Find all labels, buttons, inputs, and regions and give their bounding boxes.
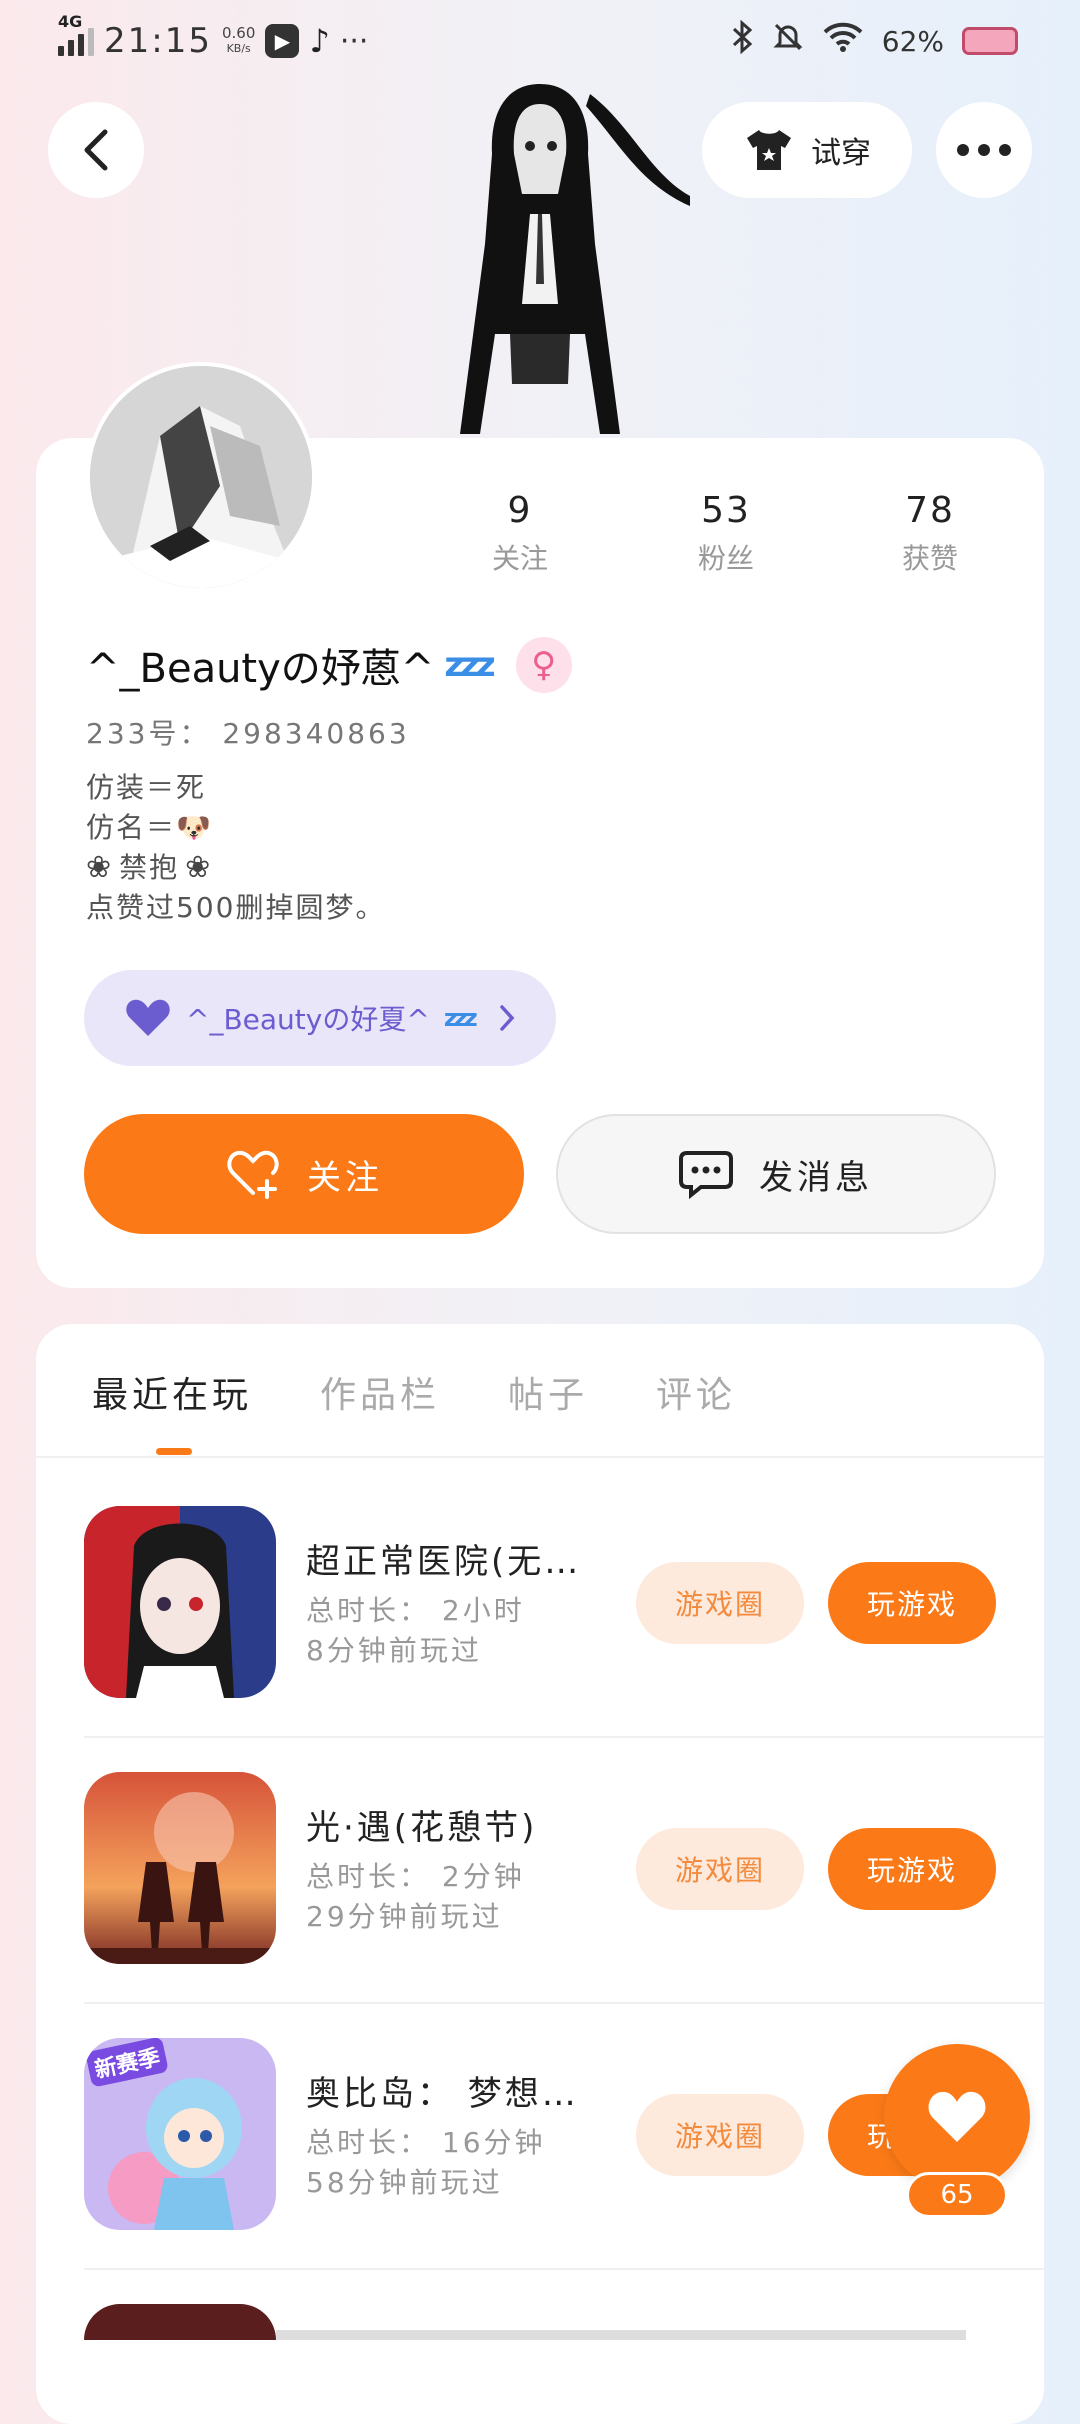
signal-icon: 4G xyxy=(58,12,94,56)
try-on-label: 试穿 xyxy=(811,136,871,171)
stat-likes[interactable]: 78 获赞 xyxy=(850,490,1010,577)
battery-icon xyxy=(962,27,1018,55)
game-title: 超正常医院(无… xyxy=(306,1542,582,1582)
game-icon-partial xyxy=(84,2304,276,2340)
game-circle-button[interactable]: 游戏圈 xyxy=(636,1828,804,1910)
follow-label: 关注 xyxy=(307,1157,383,1198)
clock: 21:15 xyxy=(104,21,212,61)
heart-badge-icon xyxy=(126,999,170,1036)
game-circle-button[interactable]: 游戏圈 xyxy=(636,1562,804,1644)
play-game-button[interactable]: 玩游戏 xyxy=(828,1562,996,1644)
bio-line: 点赞过500删掉圆梦。 xyxy=(86,891,386,924)
tab-indicator xyxy=(156,1448,192,1455)
fan-badge-text: ^_Beautyの好夏^ xyxy=(186,1003,430,1036)
stat-fans[interactable]: 53 粉丝 xyxy=(646,490,806,577)
tab-divider xyxy=(36,1456,1044,1458)
following-label: 关注 xyxy=(491,542,548,575)
fans-label: 粉丝 xyxy=(697,542,754,575)
more-button[interactable] xyxy=(936,102,1032,198)
speed-value: 0.60 xyxy=(221,24,256,42)
more-dots-icon xyxy=(957,144,1011,156)
play-game-button[interactable]: 玩游戏 xyxy=(828,1828,996,1910)
net-speed: 0.60 KB/s xyxy=(222,25,255,57)
game-row[interactable]: 新赛季 xyxy=(84,2038,276,2230)
video-app-icon: ▶ xyxy=(265,24,300,58)
heart-icon xyxy=(928,2091,986,2142)
bio-line: 仿装＝死 xyxy=(86,771,207,804)
wifi-icon xyxy=(822,21,864,61)
game-icon-aobi: 新赛季 xyxy=(84,2038,276,2230)
tab-posts[interactable]: 帖子 xyxy=(508,1366,588,1418)
loading-placeholder xyxy=(276,2330,966,2340)
mute-bell-icon xyxy=(772,21,804,61)
game-icon-sky xyxy=(84,1772,276,1964)
tshirt-icon xyxy=(747,130,791,170)
game-title: 光·遇(花憩节) xyxy=(306,1808,538,1848)
row-divider xyxy=(84,2268,1044,2270)
status-left: 4G 21:15 0.60 KB/s ▶ ♪ ··· xyxy=(58,12,369,64)
try-on-button[interactable]: 试穿 xyxy=(702,102,912,198)
sleep-zzz-icon: zzz xyxy=(443,1004,478,1032)
likes-count: 78 xyxy=(905,490,955,531)
status-bar: 4G 21:15 0.60 KB/s ▶ ♪ ··· 62% xyxy=(0,0,1080,84)
game-duration: 总时长： 2分钟 xyxy=(306,1860,525,1893)
heart-plus-icon xyxy=(227,1150,279,1199)
following-count: 9 xyxy=(507,490,533,531)
follow-button[interactable]: 关注 xyxy=(84,1114,524,1234)
game-info: 光·遇(花憩节) 总时长： 2分钟 29分钟前玩过 xyxy=(306,1800,626,1937)
game-duration: 总时长： 2小时 xyxy=(306,1594,525,1627)
tab-bar: 最近在玩 作品栏 帖子 评论 xyxy=(92,1366,736,1418)
like-fab[interactable] xyxy=(884,2044,1030,2190)
tab-recently-played[interactable]: 最近在玩 xyxy=(92,1366,252,1418)
username: ^_Beautyの妤蒽^ xyxy=(86,646,435,692)
tab-works[interactable]: 作品栏 xyxy=(320,1366,440,1418)
network-type: 4G xyxy=(58,12,83,31)
game-last-played: 58分钟前玩过 xyxy=(306,2166,503,2199)
user-id: 233号： 298340863 xyxy=(86,717,410,750)
game-row[interactable] xyxy=(84,1506,276,1698)
fan-badge[interactable]: ^_Beautyの好夏^ zzz xyxy=(84,970,556,1066)
female-icon: ♀ xyxy=(515,637,572,693)
likes-label: 获赞 xyxy=(901,542,958,575)
game-circle-button[interactable]: 游戏圈 xyxy=(636,2094,804,2176)
row-divider xyxy=(84,2002,1044,2004)
game-title: 奥比岛： 梦想… xyxy=(306,2074,579,2114)
sleep-zzz-icon: zzz xyxy=(444,645,495,685)
message-label: 发消息 xyxy=(759,1157,873,1198)
stat-following[interactable]: 9 关注 xyxy=(440,490,600,577)
game-info: 超正常医院(无… 总时长： 2小时 8分钟前玩过 xyxy=(306,1534,626,1671)
chevron-left-icon xyxy=(84,129,108,171)
tab-comments[interactable]: 评论 xyxy=(656,1366,736,1418)
username-row: ^_Beautyの妤蒽^ zzz ♀ xyxy=(86,636,572,694)
tiktok-icon: ♪ xyxy=(309,22,330,60)
battery-percent: 62% xyxy=(881,24,944,58)
bluetooth-icon xyxy=(732,19,754,62)
speed-unit: KB/s xyxy=(226,42,251,55)
message-button[interactable]: 发消息 xyxy=(556,1114,996,1234)
swirl-decoration-icon: ❀ xyxy=(86,850,114,885)
more-notifications-icon: ··· xyxy=(339,23,369,59)
game-duration: 总时长： 16分钟 xyxy=(306,2126,546,2159)
avatar-character-image xyxy=(390,84,690,440)
game-row[interactable] xyxy=(84,1772,276,1964)
chevron-right-icon xyxy=(499,1005,515,1031)
bio-line: 仿名＝🐶 xyxy=(86,811,213,844)
row-divider xyxy=(84,1736,1044,1738)
bio-line-text: 禁抱 xyxy=(119,851,180,884)
game-info: 奥比岛： 梦想… 总时长： 16分钟 58分钟前玩过 xyxy=(306,2066,626,2203)
back-button[interactable] xyxy=(48,102,144,198)
chat-bubble-icon xyxy=(679,1151,733,1199)
game-icon-hospital xyxy=(84,1506,276,1698)
bio-line: ❀ 禁抱 ❀ xyxy=(86,848,385,888)
game-last-played: 8分钟前玩过 xyxy=(306,1634,482,1667)
avatar[interactable] xyxy=(86,362,316,592)
game-last-played: 29分钟前玩过 xyxy=(306,1900,503,1933)
bio: 仿装＝死 仿名＝🐶 ❀ 禁抱 ❀ 点赞过500删掉圆梦。 xyxy=(86,768,385,928)
swirl-decoration-icon: ❀ xyxy=(185,850,213,885)
like-count: 65 xyxy=(906,2172,1008,2218)
status-right: 62% xyxy=(732,18,1018,64)
fans-count: 53 xyxy=(701,490,751,531)
